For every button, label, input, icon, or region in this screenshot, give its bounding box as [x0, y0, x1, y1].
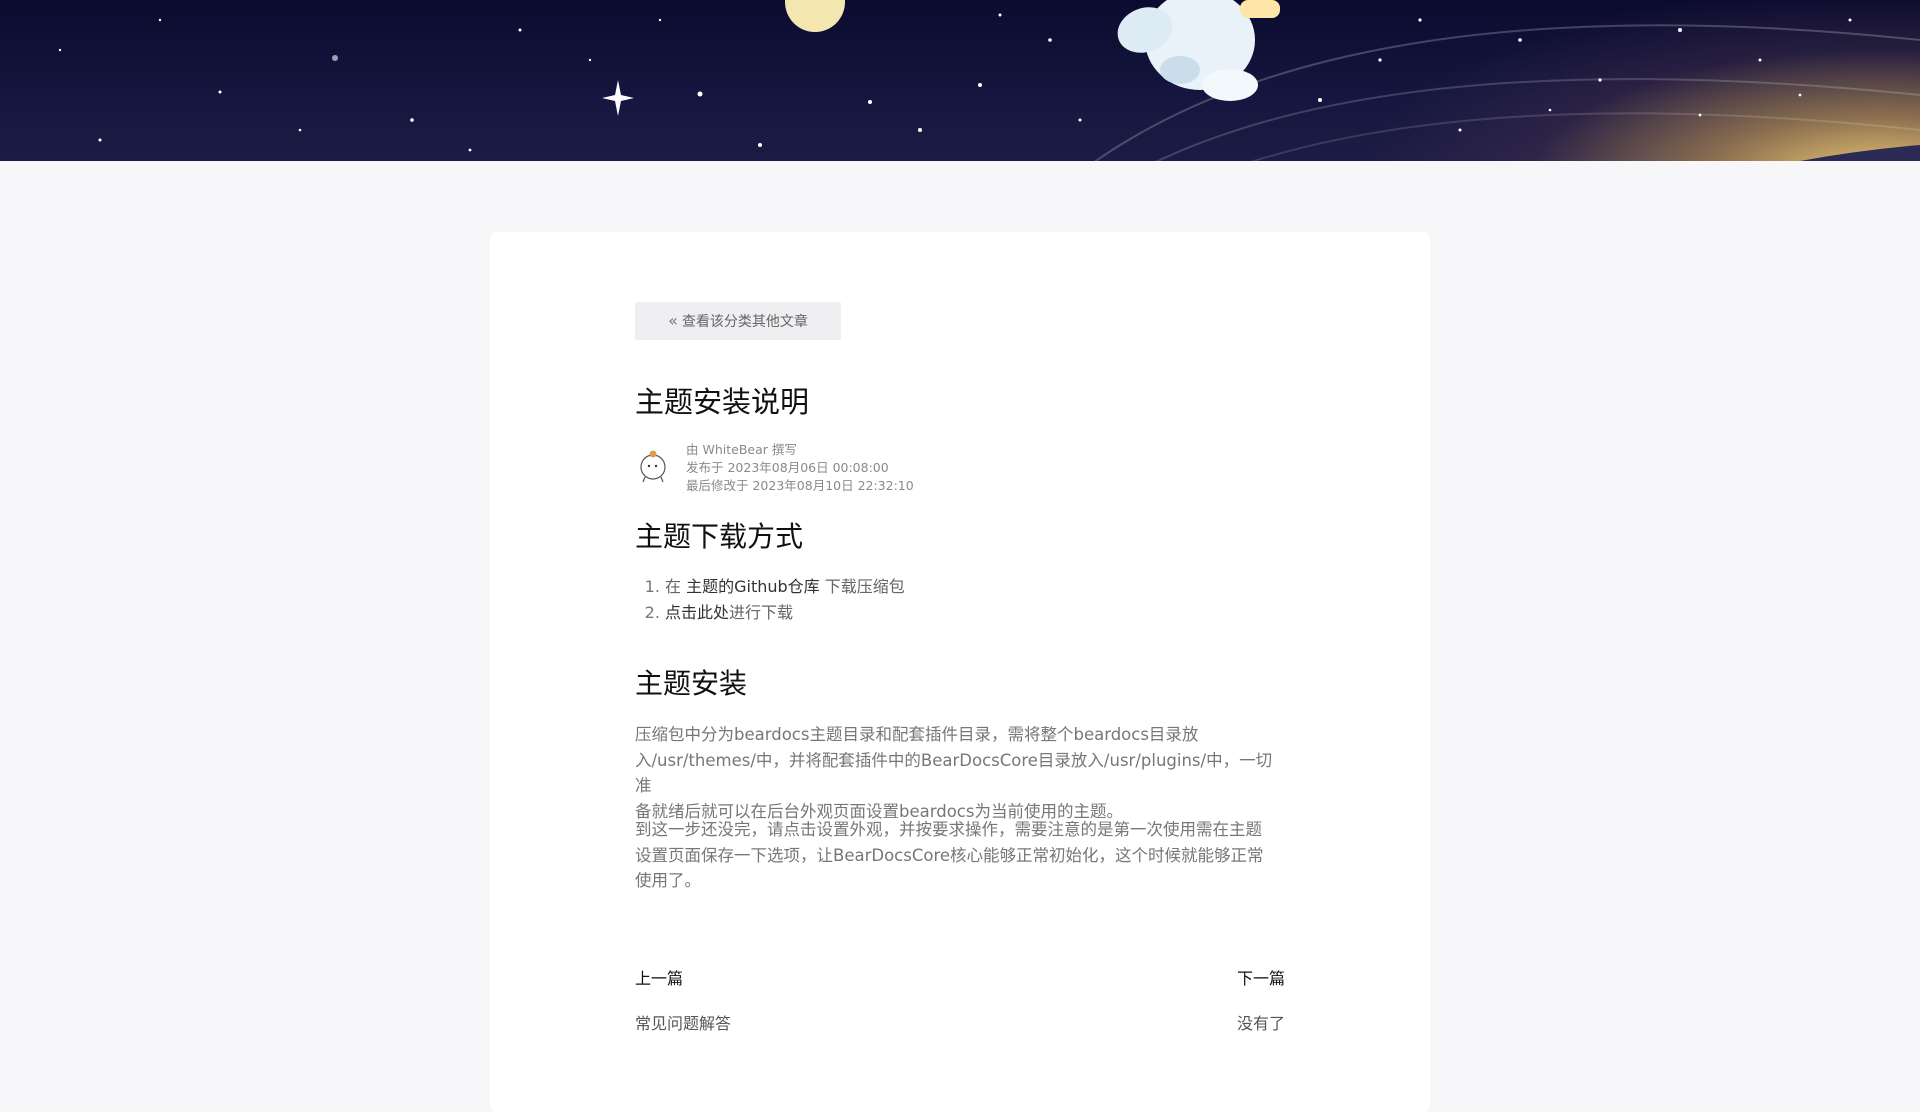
download-heading: 主题下载方式	[635, 520, 804, 553]
install-paragraph-1: 压缩包中分为beardocs主题目录和配套插件目录，需将整个beardocs目录…	[635, 725, 1273, 821]
author-avatar	[635, 447, 671, 483]
published-date: 发布于 2023年08月06日 00:08:00	[686, 460, 889, 475]
next-post-label: 下一篇	[1236, 969, 1285, 988]
article-card	[490, 232, 1430, 1112]
header-banner	[0, 0, 1920, 161]
author-line: 由 WhiteBear 撰写	[686, 442, 797, 457]
article-title: 主题安装说明	[635, 385, 810, 419]
back-to-category-label: 查看该分类其他文章	[681, 314, 808, 330]
next-post-status: 没有了	[1236, 1014, 1285, 1033]
modified-date: 最后修改于 2023年08月10日 22:32:10	[686, 478, 914, 493]
prev-post-label: 上一篇	[635, 969, 684, 988]
sparkle-icon	[602, 80, 634, 116]
astronaut-illustration	[1117, 0, 1280, 101]
article-meta: 由 WhiteBear 撰写 发布于 2023年08月06日 00:08:00 …	[635, 441, 1035, 497]
back-to-category-button[interactable]: « 查看该分类其他文章	[635, 302, 841, 340]
prev-post-link[interactable]: 常见问题解答	[635, 1010, 731, 1034]
moon-icon	[785, 0, 845, 32]
list-item: 点击此处进行下载	[665, 600, 905, 626]
install-heading: 主题安装	[635, 667, 748, 700]
download-steps-list: 在 主题的Github仓库 下载压缩包 点击此处进行下载	[645, 574, 905, 626]
download-here-link[interactable]: 点击此处	[665, 603, 729, 622]
space-illustration	[58, 0, 1920, 161]
double-chevron-left-icon: «	[668, 311, 678, 330]
github-repo-link[interactable]: 主题的Github仓库	[686, 577, 820, 596]
install-paragraph-2: 到这一步还没完，请点击设置外观，并按要求操作，需要注意的是第一次使用需在主题 设…	[635, 820, 1264, 890]
list-item: 在 主题的Github仓库 下载压缩包	[665, 574, 905, 600]
